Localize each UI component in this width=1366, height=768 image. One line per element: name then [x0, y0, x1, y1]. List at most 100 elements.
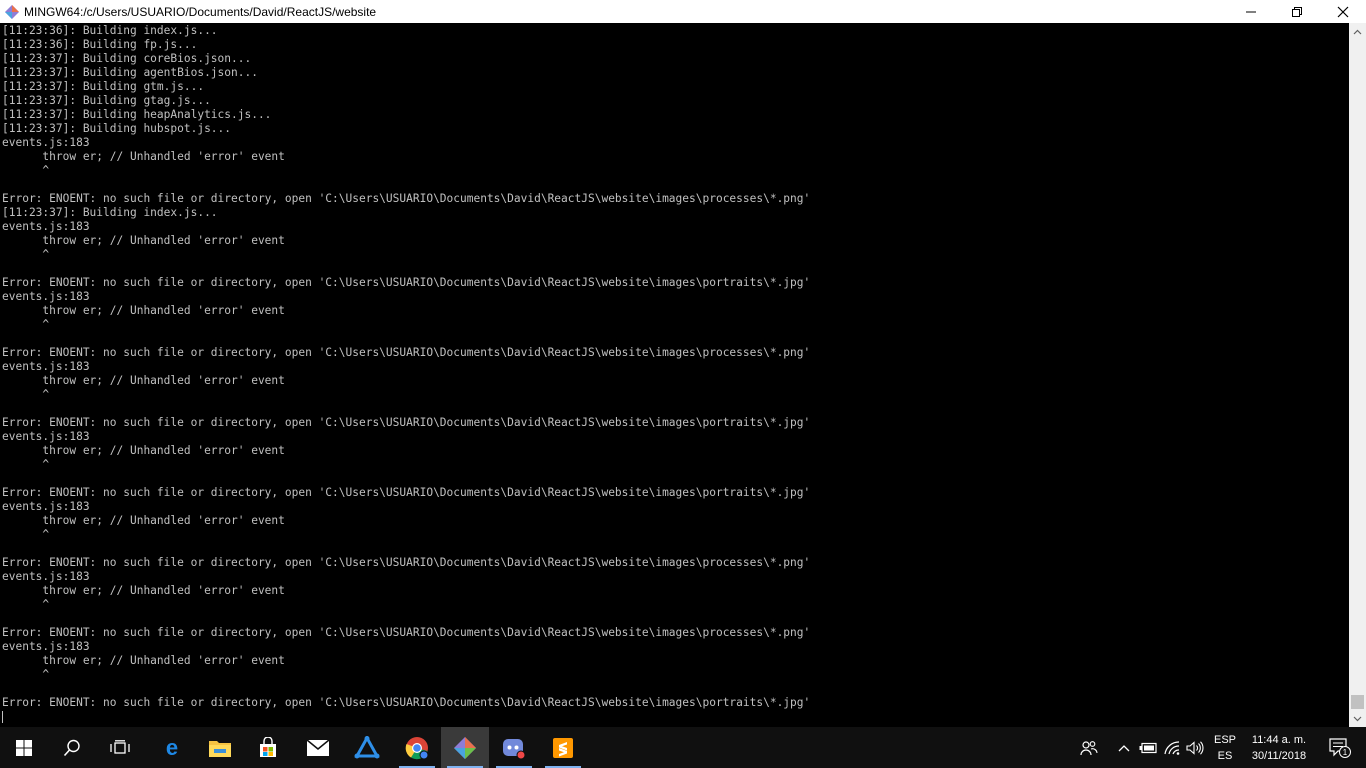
taskbar-mail[interactable]	[294, 727, 342, 768]
terminal-line: Error: ENOENT: no such file or directory…	[2, 276, 811, 289]
keyboard-layout: ES	[1217, 749, 1233, 762]
notification-icon: 1	[1329, 737, 1351, 758]
terminal-line: Error: ENOENT: no such file or directory…	[2, 486, 811, 499]
terminal-line: [11:23:37]: Building index.js...	[2, 206, 218, 219]
input-language: ESP ES	[1214, 732, 1236, 764]
terminal-line: events.js:183	[2, 570, 90, 583]
volume-button[interactable]	[1184, 727, 1206, 768]
notification-count: 1	[1343, 748, 1348, 757]
people-icon	[1080, 740, 1098, 755]
terminal-line: ^	[2, 164, 50, 177]
terminal-line: [11:23:36]: Building index.js...	[2, 24, 218, 37]
clock-button[interactable]: 11:44 a. m. 30/11/2018	[1244, 727, 1314, 768]
terminal-line: events.js:183	[2, 360, 90, 373]
taskbar-app[interactable]	[343, 727, 391, 768]
terminal-line: throw er; // Unhandled 'error' event	[2, 234, 285, 247]
chevron-down-icon	[1353, 716, 1362, 721]
chrome-icon	[405, 736, 429, 759]
terminal-line: [11:23:37]: Building gtag.js...	[2, 94, 211, 107]
terminal-line: Error: ENOENT: no such file or directory…	[2, 626, 811, 639]
terminal-line: [11:23:37]: Building coreBios.json...	[2, 52, 252, 65]
minimize-button[interactable]	[1228, 0, 1274, 23]
terminal-line: throw er; // Unhandled 'error' event	[2, 304, 285, 317]
chevron-up-icon	[1118, 744, 1130, 751]
taskbar-discord[interactable]	[490, 727, 538, 768]
terminal-line: [11:23:37]: Building heapAnalytics.js...	[2, 108, 272, 121]
taskbar-sublime-text[interactable]	[539, 727, 587, 768]
show-hidden-icons-button[interactable]	[1114, 727, 1134, 768]
terminal-line: ^	[2, 388, 50, 401]
terminal-line: events.js:183	[2, 136, 90, 149]
terminal-line: throw er; // Unhandled 'error' event	[2, 514, 285, 527]
close-button[interactable]	[1320, 0, 1366, 23]
scroll-thumb[interactable]	[1351, 695, 1364, 709]
discord-icon	[503, 738, 526, 759]
window-controls	[1228, 0, 1366, 23]
terminal-line: [11:23:37]: Building gtm.js...	[2, 80, 205, 93]
scroll-down-button[interactable]	[1349, 710, 1366, 727]
task-view-icon	[110, 739, 130, 754]
search-icon	[63, 739, 80, 756]
terminal-line: ^	[2, 458, 50, 471]
taskbar-store[interactable]	[244, 727, 292, 768]
terminal-line: ^	[2, 668, 50, 681]
taskbar-chrome[interactable]	[393, 727, 441, 768]
clock-time: 11:44 a. m.	[1251, 733, 1307, 746]
restore-icon	[1292, 6, 1302, 17]
terminal-prompt-line[interactable]	[2, 710, 810, 724]
edge-icon: e	[166, 737, 178, 759]
terminal-line: ^	[2, 318, 50, 331]
app-icon	[354, 735, 380, 758]
search-button[interactable]	[48, 727, 96, 768]
terminal-line: ^	[2, 598, 50, 611]
battery-button[interactable]	[1137, 727, 1159, 768]
sublime-text-icon	[553, 737, 573, 758]
terminal-line: throw er; // Unhandled 'error' event	[2, 654, 285, 667]
maximize-button[interactable]	[1274, 0, 1320, 23]
store-icon	[260, 736, 276, 757]
terminal-line: events.js:183	[2, 500, 90, 513]
taskbar-git-bash[interactable]	[441, 727, 489, 768]
scroll-up-button[interactable]	[1349, 23, 1366, 40]
close-icon	[1337, 6, 1349, 17]
action-center-button[interactable]: 1	[1320, 727, 1360, 768]
vertical-scrollbar[interactable]	[1349, 23, 1366, 727]
window-title: MINGW64:/c/Users/USUARIO/Documents/David…	[24, 4, 377, 19]
clock: 11:44 a. m. 30/11/2018	[1252, 732, 1306, 764]
terminal-line: ^	[2, 248, 50, 261]
terminal-line: events.js:183	[2, 220, 90, 233]
terminal-output[interactable]: [11:23:36]: Building index.js... [11:23:3…	[0, 23, 1349, 727]
terminal-lines: [11:23:36]: Building index.js... [11:23:3…	[2, 24, 810, 724]
terminal-line: [11:23:37]: Building agentBios.json...	[2, 66, 258, 79]
terminal-line: Error: ENOENT: no such file or directory…	[2, 696, 811, 709]
chevron-up-icon	[1353, 29, 1362, 34]
terminal-line: ^	[2, 528, 50, 541]
text-cursor	[2, 711, 3, 723]
terminal-line: [11:23:36]: Building fp.js...	[2, 38, 198, 51]
git-bash-icon	[454, 736, 476, 759]
git-bash-icon	[5, 4, 19, 19]
terminal-line: events.js:183	[2, 640, 90, 653]
taskbar-edge[interactable]: e	[148, 727, 196, 768]
language-code: ESP	[1213, 733, 1236, 746]
clock-date: 30/11/2018	[1251, 749, 1307, 762]
network-button[interactable]	[1161, 727, 1183, 768]
people-button[interactable]	[1074, 727, 1104, 768]
taskbar-file-explorer[interactable]	[196, 727, 244, 768]
terminal-line: Error: ENOENT: no such file or directory…	[2, 556, 811, 569]
terminal-line: throw er; // Unhandled 'error' event	[2, 150, 285, 163]
terminal-line: Error: ENOENT: no such file or directory…	[2, 192, 811, 205]
mail-icon	[306, 738, 330, 756]
windows-start-icon	[16, 739, 32, 756]
input-language-button[interactable]: ESP ES	[1208, 727, 1242, 768]
start-button[interactable]	[0, 727, 48, 768]
speaker-icon	[1186, 740, 1204, 755]
title-bar[interactable]: MINGW64:/c/Users/USUARIO/Documents/David…	[0, 0, 1366, 23]
task-view-button[interactable]	[96, 727, 144, 768]
